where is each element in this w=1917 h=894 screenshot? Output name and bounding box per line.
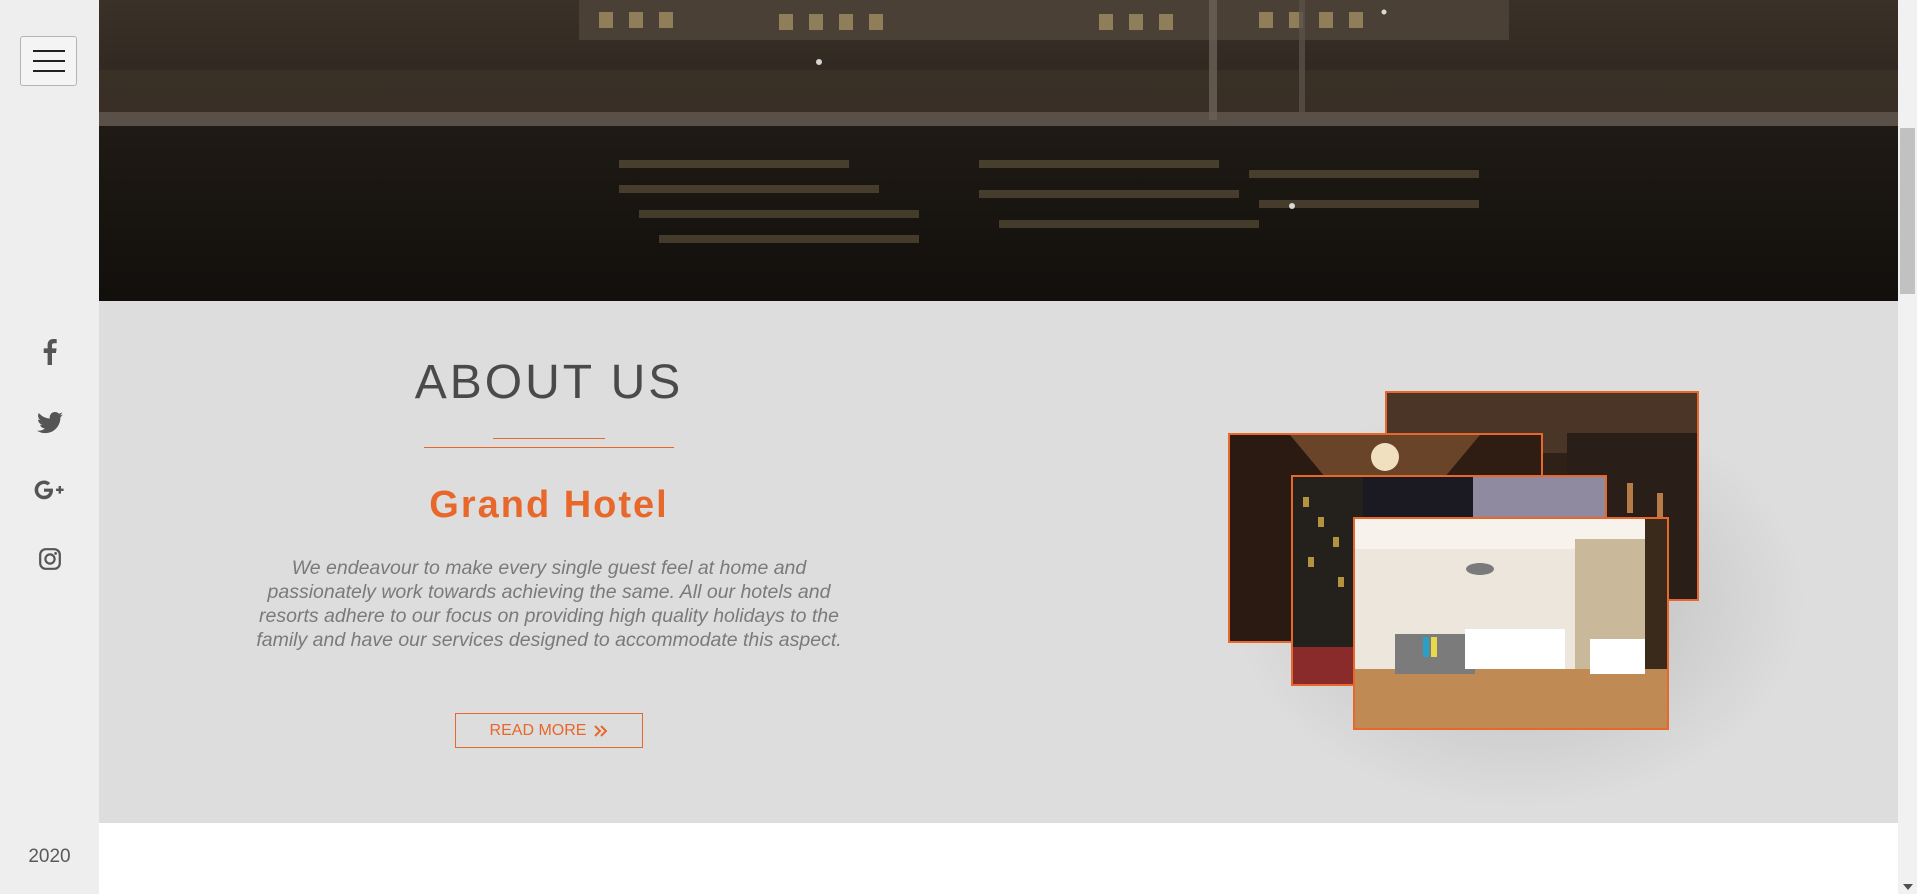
scrollbar-thumb[interactable] — [1900, 128, 1915, 294]
title-underline-short — [493, 438, 605, 439]
title-underline-long — [424, 447, 674, 448]
twitter-icon — [36, 412, 63, 434]
about-section: ABOUT US Grand Hotel We endeavour to mak… — [99, 301, 1898, 823]
sidebar: 2020 — [0, 0, 99, 894]
hero-night-hotel-image — [99, 0, 1898, 301]
hamburger-icon-bar — [33, 50, 65, 52]
hotel-name: Grand Hotel — [429, 484, 669, 526]
menu-button[interactable] — [20, 36, 77, 86]
hamburger-icon-bar — [33, 70, 65, 72]
double-chevron-right-icon — [594, 724, 608, 737]
hero-image — [99, 0, 1898, 301]
instagram-link[interactable] — [0, 548, 99, 570]
about-description: We endeavour to make every single guest … — [256, 557, 842, 651]
read-more-button[interactable]: READ MORE — [455, 713, 643, 748]
scroll-down-arrow-icon[interactable] — [1903, 884, 1913, 890]
hamburger-icon-bar — [33, 60, 65, 62]
google-plus-link[interactable] — [0, 480, 99, 500]
hotel-photo-bedroom — [1353, 517, 1669, 730]
about-title: ABOUT US — [414, 356, 684, 409]
facebook-link[interactable] — [0, 339, 99, 365]
read-more-label: READ MORE — [489, 721, 587, 739]
twitter-link[interactable] — [0, 412, 99, 434]
copyright-year: 2020 — [28, 846, 71, 867]
google-plus-icon — [34, 480, 64, 500]
scrollbar[interactable] — [1898, 0, 1917, 894]
instagram-icon — [38, 548, 61, 570]
facebook-icon — [43, 339, 57, 365]
